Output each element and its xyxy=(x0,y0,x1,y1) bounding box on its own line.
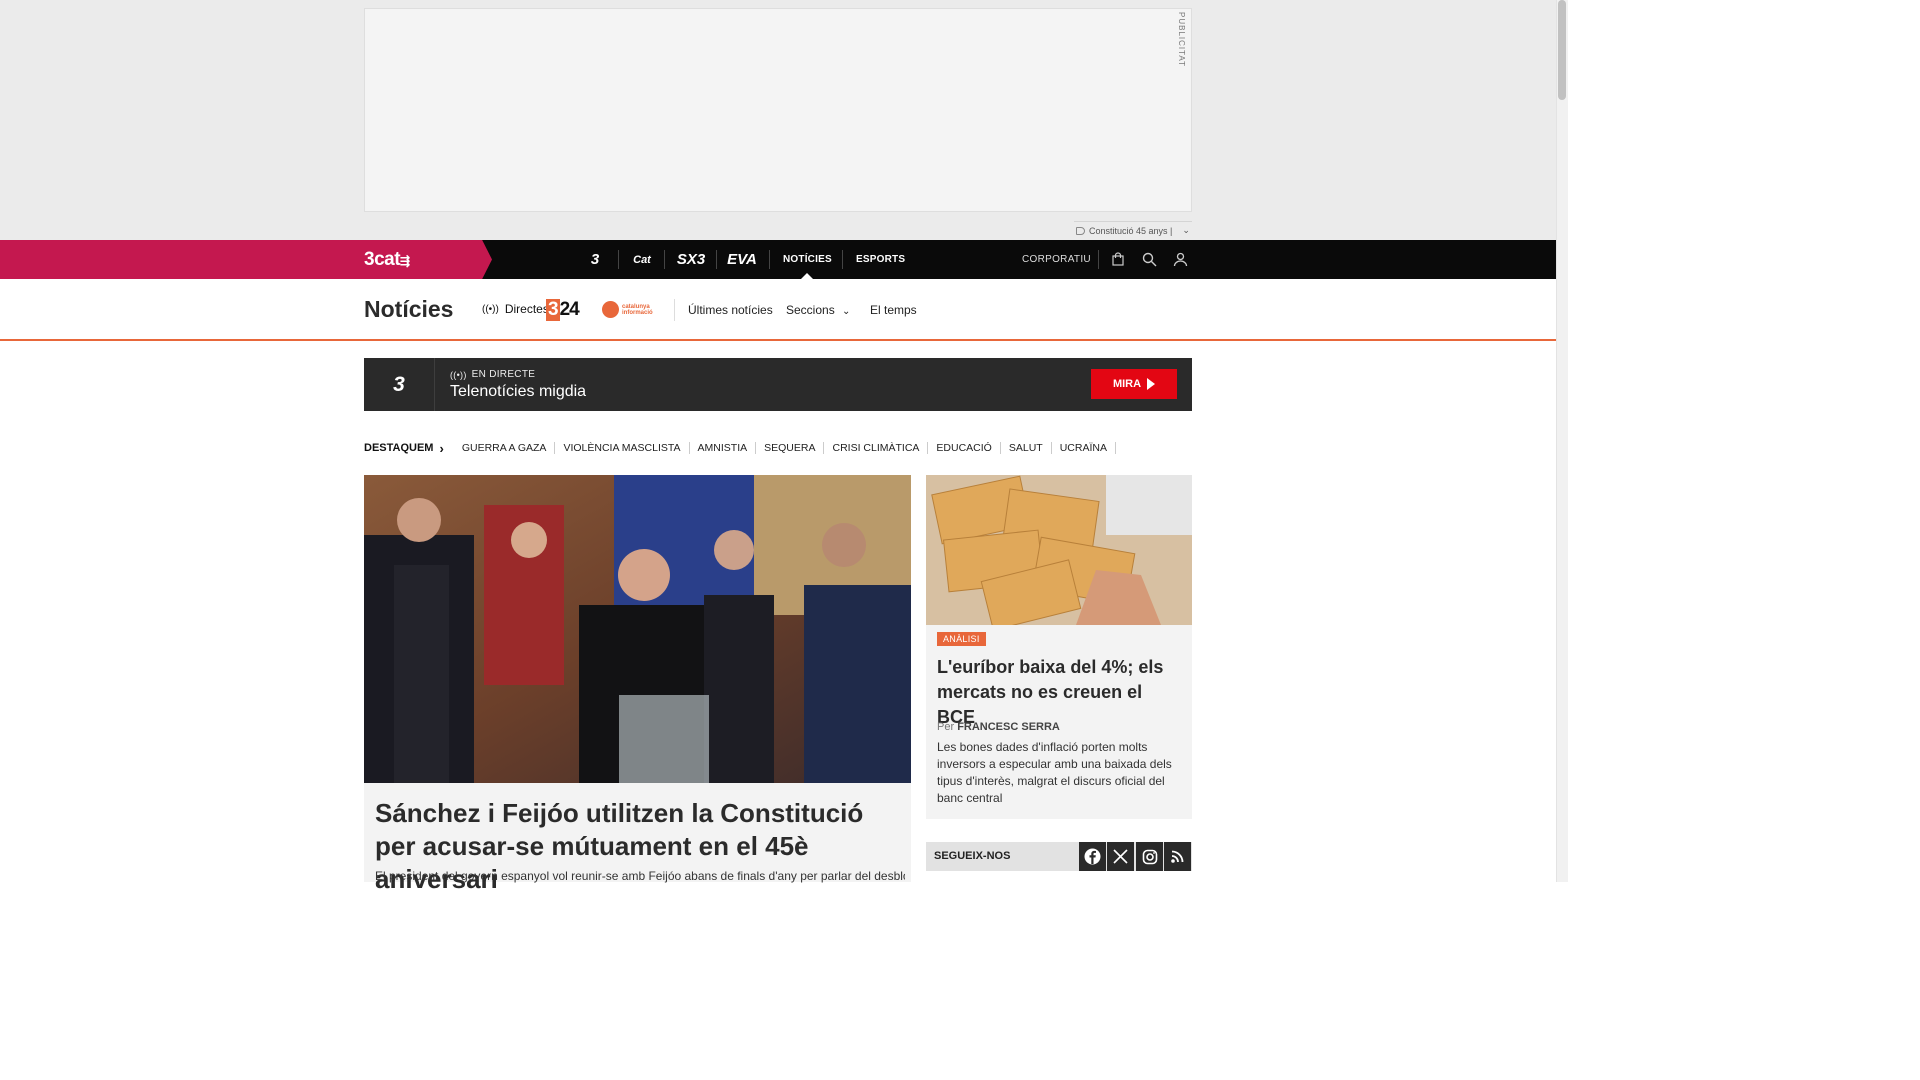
nav-divider xyxy=(1098,250,1099,269)
main-article-description: El president del govern espanyol vol reu… xyxy=(375,869,905,883)
search-icon[interactable] xyxy=(1139,249,1159,269)
section-header xyxy=(0,279,1556,341)
live-banner[interactable]: 3 ((•)) EN DIRECTE Telenotícies migdia M… xyxy=(364,358,1192,411)
link-el-temps[interactable]: El temps xyxy=(870,303,917,317)
directes-label: Directes xyxy=(504,302,549,316)
ad-slot[interactable] xyxy=(364,8,1192,212)
channel-divider xyxy=(769,250,770,269)
324-logo[interactable]: 3 24 xyxy=(546,299,580,321)
channel-catradio-label: Cat xyxy=(633,253,651,266)
topic-link[interactable]: AMNISTIA xyxy=(690,442,757,454)
chevron-down-icon[interactable]: ⌄ xyxy=(1182,225,1190,236)
section-divider xyxy=(674,299,675,321)
ad-topic-tag[interactable]: Constitució 45 anys | ⌄ xyxy=(1074,221,1192,239)
section-title[interactable]: Notícies xyxy=(364,296,453,323)
topic-link[interactable]: CRISI CLIMÀTICA xyxy=(824,442,929,454)
seccions-label: Seccions xyxy=(786,303,835,317)
topic-link[interactable]: SEQUERA xyxy=(756,442,825,454)
side-article-title[interactable]: L'euríbor baixa del 4%; els mercats no e… xyxy=(937,655,1185,730)
link-ultimes-noticies[interactable]: Últimes notícies xyxy=(688,303,773,317)
channel-divider xyxy=(618,250,619,269)
broadcast-icon: ((•)) xyxy=(450,369,467,380)
live-status-label: EN DIRECTE xyxy=(471,369,536,380)
topic-link[interactable]: GUERRA A GAZA xyxy=(454,442,556,454)
3cat-logo[interactable]: 3cat⇶ xyxy=(364,249,410,271)
channel-tv3-label: 3 xyxy=(590,251,600,268)
nav-esports[interactable]: ESPORTS xyxy=(856,240,905,279)
link-seccions[interactable]: Seccions ⌄ xyxy=(786,303,850,317)
topics-lead[interactable]: DESTAQUEM › xyxy=(364,441,444,456)
directes-link[interactable]: ((•)) Directes xyxy=(482,302,549,316)
channel-eva-logo[interactable]: EVA xyxy=(726,240,758,279)
catalunya-informacio-logo[interactable]: catalunya informació xyxy=(602,301,662,318)
channel-sx3-logo[interactable]: SX3 xyxy=(674,240,708,279)
side-article-description: Les bones dades d'inflació porten molts … xyxy=(937,740,1172,805)
main-article-image[interactable] xyxy=(364,475,911,783)
analysis-badge: ANÀLISI xyxy=(937,632,986,646)
channel-tv3-logo[interactable]: 3 xyxy=(583,240,607,279)
nav-divider xyxy=(842,250,843,269)
rss-icon[interactable] xyxy=(1164,842,1191,871)
channel-catradio-logo[interactable]: Cat xyxy=(628,240,656,279)
topic-link[interactable]: SALUT xyxy=(1001,442,1052,454)
live-status: ((•)) EN DIRECTE xyxy=(450,369,535,380)
byline-prefix: Per xyxy=(937,721,955,733)
tag-icon xyxy=(1076,226,1085,235)
channel-sx3-label: SX3 xyxy=(676,251,706,268)
side-article-image[interactable] xyxy=(926,475,1192,625)
scrollbar-track[interactable] xyxy=(1556,0,1568,882)
nav-corporatiu[interactable]: CORPORATIU xyxy=(1022,240,1091,279)
main-photo-illustration xyxy=(364,475,911,783)
watch-button[interactable]: MIRA xyxy=(1091,369,1177,399)
topic-link[interactable]: UCRAÏNA xyxy=(1052,442,1116,454)
social-label: SEGUEIX-NOS xyxy=(934,850,1011,862)
ad-label: PUBLICITAT xyxy=(1177,12,1186,68)
live-program-title: Telenotícies migdia xyxy=(450,383,587,400)
3cat-logo-text: 3cat xyxy=(364,249,401,270)
scrollbar-thumb[interactable] xyxy=(1558,0,1566,100)
nav-noticies[interactable]: NOTÍCIES xyxy=(783,240,832,279)
topics-bar: DESTAQUEM › GUERRA A GAZA VIOLÈNCIA MASC… xyxy=(364,440,1116,456)
topics-lead-label: DESTAQUEM xyxy=(364,442,434,454)
facebook-icon[interactable] xyxy=(1079,842,1106,871)
instagram-icon[interactable] xyxy=(1136,842,1163,871)
topic-link[interactable]: VIOLÈNCIA MASCLISTA xyxy=(555,442,690,454)
channel-eva-label: EVA xyxy=(727,251,757,268)
broadcast-icon: ((•)) xyxy=(482,303,499,315)
author-name[interactable]: FRANCESC SERRA xyxy=(957,721,1060,733)
catinfo-label: catalunya informació xyxy=(622,303,653,316)
brand-band xyxy=(0,240,492,279)
chevron-down-icon: ⌄ xyxy=(842,306,851,317)
channel-divider xyxy=(664,250,665,269)
catinfo-dot-icon xyxy=(602,301,619,318)
watch-button-label: MIRA xyxy=(1112,378,1142,390)
tv3-logo: 3 xyxy=(364,358,435,411)
side-article-byline: Per FRANCESC SERRA xyxy=(937,721,1060,733)
shopping-bag-icon[interactable] xyxy=(1108,249,1128,269)
channel-divider xyxy=(716,250,717,269)
euro-banknotes-illustration xyxy=(926,475,1192,625)
ad-tag-label: Constitució 45 anys | xyxy=(1089,225,1173,236)
play-icon xyxy=(1147,378,1156,390)
topic-link[interactable]: EDUCACIÓ xyxy=(928,442,1001,454)
user-icon[interactable] xyxy=(1170,249,1190,269)
x-icon[interactable] xyxy=(1107,842,1134,871)
chevron-right-icon: › xyxy=(439,440,444,456)
top-navigation xyxy=(0,240,1556,279)
